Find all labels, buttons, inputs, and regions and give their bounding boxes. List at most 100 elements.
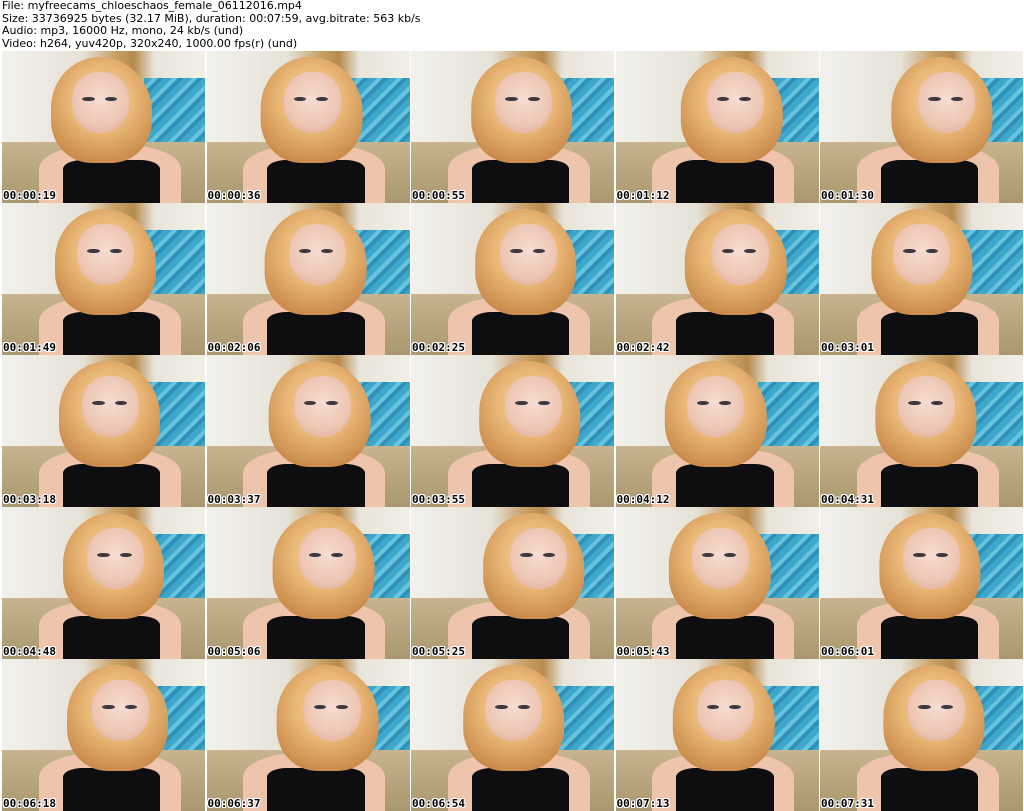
- person-top: [880, 312, 979, 355]
- person-eye: [495, 704, 508, 710]
- person-eye: [303, 400, 317, 406]
- person-top: [880, 160, 979, 203]
- person-face: [686, 376, 744, 438]
- video-thumbnail: 00:07:31: [820, 659, 1023, 811]
- thumbnail-timestamp: 00:06:18: [3, 797, 56, 810]
- person-eye: [293, 96, 307, 102]
- person-eye: [940, 704, 953, 710]
- person-face: [288, 224, 346, 286]
- person-eye: [316, 96, 329, 102]
- person-eye: [542, 552, 555, 558]
- thumbnail-timestamp: 00:03:37: [207, 493, 261, 506]
- person-face: [92, 680, 150, 742]
- video-thumbnail: 00:05:25: [411, 507, 614, 659]
- person-face: [706, 72, 764, 134]
- person-eye: [336, 704, 349, 710]
- person-eye: [721, 248, 735, 254]
- thumbnail-timestamp: 00:05:06: [207, 645, 261, 658]
- person-face: [691, 528, 749, 590]
- video-thumbnail: 00:07:13: [615, 659, 819, 811]
- person-eye: [87, 248, 100, 254]
- person-face: [72, 72, 130, 134]
- video-thumbnail: 00:03:18: [2, 355, 205, 507]
- person-top: [62, 160, 161, 203]
- person-top: [880, 768, 979, 811]
- person-face: [283, 72, 341, 134]
- video-thumbnail: 00:06:18: [2, 659, 205, 811]
- person-eye: [510, 248, 523, 254]
- person-eye: [744, 248, 757, 254]
- person-top: [676, 160, 774, 203]
- person-eye: [331, 552, 344, 558]
- person-eye: [930, 400, 943, 406]
- video-thumbnail: 00:01:12: [615, 51, 819, 203]
- person-eye: [119, 552, 132, 558]
- person-top: [471, 464, 570, 507]
- video-thumbnail: 00:03:55: [411, 355, 614, 507]
- video-thumbnail: 00:00:36: [206, 51, 410, 203]
- person-eye: [729, 704, 742, 710]
- file-name-line: File: myfreecams_chloeschaos_female_0611…: [2, 0, 302, 12]
- thumbnail-timestamp: 00:03:01: [821, 341, 874, 354]
- person-face: [893, 224, 951, 286]
- person-eye: [706, 704, 720, 710]
- person-top: [267, 768, 365, 811]
- person-face: [87, 528, 145, 590]
- person-top: [62, 616, 161, 659]
- audio-info-line: Audio: mp3, 16000 Hz, mono, 24 kb/s (und…: [2, 24, 244, 37]
- person-eye: [537, 400, 550, 406]
- person-top: [267, 464, 365, 507]
- person-top: [267, 616, 365, 659]
- person-eye: [515, 400, 528, 406]
- person-face: [500, 224, 558, 286]
- thumbnail-timestamp: 00:01:12: [616, 189, 670, 202]
- thumbnail-grid: 00:00:19 00:00:36 00:00:55 00:01:12 00:01:30…: [2, 51, 1023, 811]
- video-thumbnail: 00:00:55: [411, 51, 614, 203]
- person-top: [676, 616, 774, 659]
- person-eye: [517, 704, 530, 710]
- video-thumbnail: 00:03:37: [206, 355, 410, 507]
- thumbnail-timestamp: 00:03:18: [3, 493, 56, 506]
- thumbnail-timestamp: 00:01:49: [3, 341, 56, 354]
- person-face: [898, 376, 956, 438]
- thumbnail-timestamp: 00:07:13: [616, 797, 670, 810]
- video-thumbnail: 00:05:06: [206, 507, 410, 659]
- person-eye: [925, 248, 938, 254]
- person-eye: [935, 552, 948, 558]
- person-face: [510, 528, 568, 590]
- person-face: [505, 376, 563, 438]
- person-top: [267, 312, 365, 355]
- thumbnail-timestamp: 00:01:30: [821, 189, 874, 202]
- person-eye: [97, 552, 110, 558]
- person-top: [471, 616, 570, 659]
- thumbnail-timestamp: 00:06:54: [412, 797, 465, 810]
- person-top: [267, 160, 365, 203]
- person-eye: [313, 704, 327, 710]
- person-eye: [716, 96, 730, 102]
- person-face: [918, 72, 976, 134]
- person-face: [908, 680, 966, 742]
- person-eye: [918, 704, 931, 710]
- person-top: [471, 312, 570, 355]
- person-top: [676, 464, 774, 507]
- person-eye: [321, 248, 334, 254]
- person-face: [298, 528, 356, 590]
- person-face: [82, 376, 140, 438]
- person-face: [293, 376, 351, 438]
- person-top: [62, 464, 161, 507]
- person-eye: [308, 552, 322, 558]
- thumbnail-timestamp: 00:02:06: [207, 341, 261, 354]
- person-top: [880, 464, 979, 507]
- person-eye: [928, 96, 941, 102]
- thumbnail-timestamp: 00:00:36: [207, 189, 261, 202]
- person-face: [485, 680, 543, 742]
- video-info-line: Video: h264, yuv420p, 320x240, 1000.00 f…: [2, 36, 298, 50]
- person-eye: [719, 400, 732, 406]
- video-thumbnail: 00:04:12: [615, 355, 819, 507]
- person-eye: [696, 400, 710, 406]
- video-thumbnail: 00:02:06: [206, 203, 410, 355]
- person-eye: [505, 96, 518, 102]
- person-eye: [527, 96, 540, 102]
- thumbnail-timestamp: 00:04:48: [3, 645, 56, 658]
- person-eye: [913, 552, 926, 558]
